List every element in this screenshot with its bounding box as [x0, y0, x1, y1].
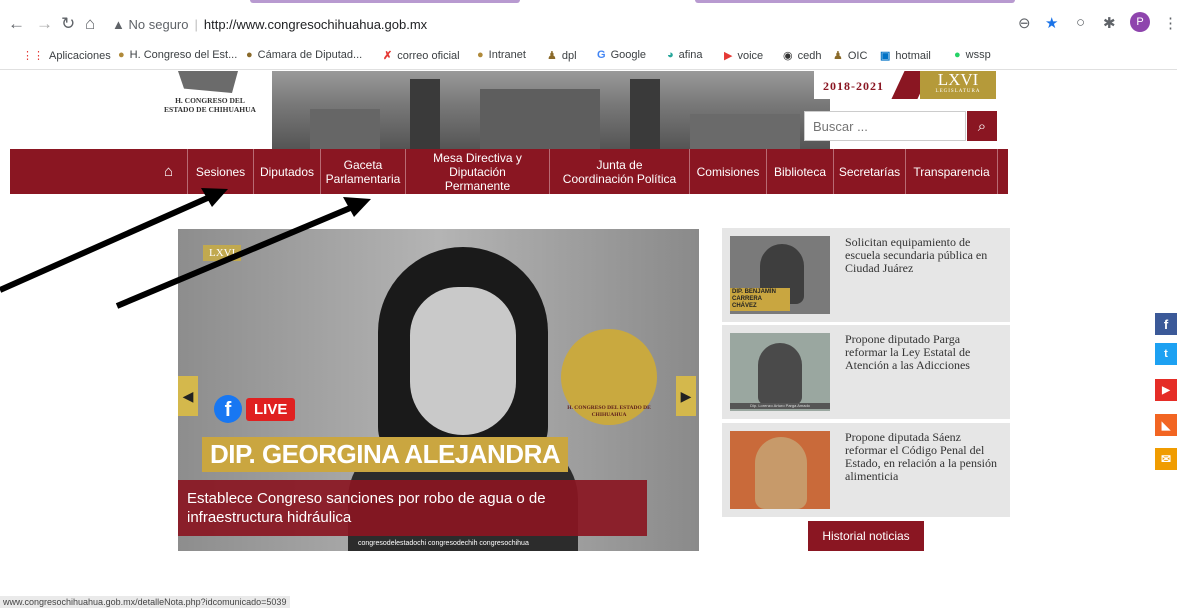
status-bar: www.congresochihuahua.gob.mx/detalleNota…	[0, 596, 290, 608]
annotation-arrows	[0, 188, 371, 309]
annotation-arrow	[115, 197, 371, 309]
